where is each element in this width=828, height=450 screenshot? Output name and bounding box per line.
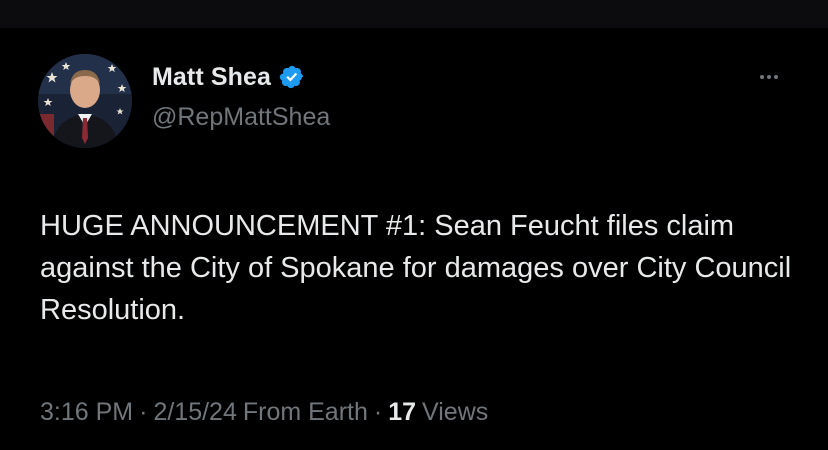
- meta-separator-2: ·: [373, 398, 383, 426]
- more-horizontal-icon-dot: [774, 75, 778, 79]
- top-strip: [0, 0, 828, 28]
- author-name-row: Matt Shea: [152, 62, 305, 92]
- author-avatar[interactable]: [38, 54, 132, 148]
- verified-badge-icon[interactable]: [279, 64, 305, 90]
- author-display-name[interactable]: Matt Shea: [152, 63, 271, 92]
- more-horizontal-icon: [760, 75, 764, 79]
- tweet-date[interactable]: 2/15/24: [153, 398, 236, 427]
- more-options-button[interactable]: [752, 66, 786, 88]
- views-label[interactable]: Views: [416, 398, 488, 427]
- tweet-time[interactable]: 3:16 PM: [40, 398, 133, 427]
- more-horizontal-icon-dot: [767, 75, 771, 79]
- views-count[interactable]: 17: [388, 398, 416, 427]
- tweet-source: From Earth: [242, 398, 368, 426]
- tweet-text: HUGE ANNOUNCEMENT #1: Sean Feucht files …: [40, 210, 792, 326]
- avatar-photo-icon: [38, 54, 132, 148]
- tweet-meta: 3:16 PM · 2/15/24 From Earth · 17 Views: [40, 398, 488, 427]
- meta-separator: ·: [139, 398, 148, 426]
- author-handle[interactable]: @RepMattShea: [152, 103, 330, 132]
